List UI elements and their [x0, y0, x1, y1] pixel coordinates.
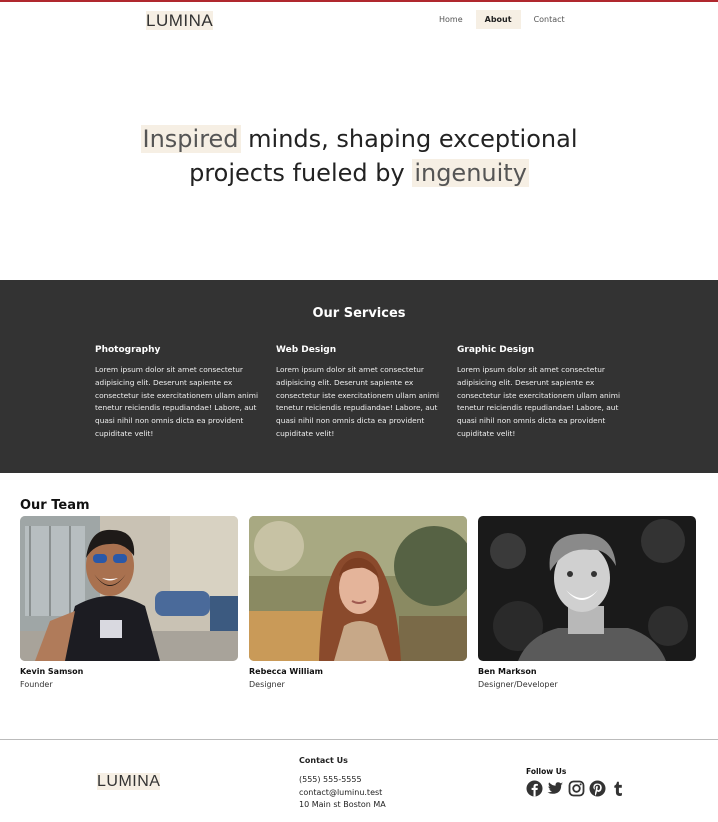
team-member-ben: Ben Markson Designer/Developer	[478, 516, 696, 689]
hero: Inspired minds, shaping exceptional proj…	[0, 40, 718, 280]
contact-phone: (555) 555-5555	[299, 775, 362, 784]
service-text: Lorem ipsum dolor sit amet consectetur a…	[95, 365, 259, 438]
tumblr-icon[interactable]	[610, 780, 627, 797]
member-role: Designer/Developer	[478, 680, 558, 689]
footer-logo-text: LUMINA	[97, 773, 161, 790]
team-member-rebecca: Rebecca William Designer	[249, 516, 467, 689]
main-nav: Home About Contact	[430, 10, 578, 29]
logo[interactable]: LUMINA	[146, 11, 214, 31]
service-text: Lorem ipsum dolor sit amet consectetur a…	[276, 365, 440, 438]
footer-divider	[0, 739, 718, 740]
hero-text-1: minds, shaping exceptional	[240, 125, 578, 153]
team-title: Our Team	[20, 498, 90, 513]
hero-line-1: Inspired minds, shaping exceptional	[0, 122, 718, 156]
member-photo	[249, 516, 467, 661]
member-photo	[20, 516, 238, 661]
footer-follow: Follow Us	[526, 767, 627, 797]
service-title: Photography	[95, 345, 161, 355]
footer-contact: Contact Us (555) 555-5555 contact@luminu…	[299, 756, 386, 812]
member-role: Designer	[249, 680, 285, 689]
member-name: Ben Markson	[478, 667, 537, 676]
hero-highlight-2: ingenuity	[412, 159, 529, 187]
twitter-icon[interactable]	[547, 780, 564, 797]
member-photo	[478, 516, 696, 661]
site-header: LUMINA Home About Contact	[0, 2, 718, 40]
contact-title: Contact Us	[299, 756, 348, 765]
logo-text: LUMINA	[146, 11, 214, 30]
hero-line-2: projects fueled by ingenuity	[0, 156, 718, 190]
follow-title: Follow Us	[526, 767, 567, 776]
member-role: Founder	[20, 680, 53, 689]
social-icons	[526, 780, 627, 797]
pinterest-icon[interactable]	[589, 780, 606, 797]
service-text: Lorem ipsum dolor sit amet consectetur a…	[457, 365, 621, 438]
member-name: Rebecca William	[249, 667, 323, 676]
contact-address: 10 Main st Boston MA	[299, 800, 386, 809]
nav-contact[interactable]: Contact	[525, 10, 574, 29]
contact-email[interactable]: contact@luminu.test	[299, 787, 386, 800]
member-name: Kevin Samson	[20, 667, 84, 676]
services-section: Our Services Photography Lorem ipsum dol…	[0, 280, 718, 473]
facebook-icon[interactable]	[526, 780, 543, 797]
service-photography: Photography Lorem ipsum dolor sit amet c…	[95, 345, 261, 441]
services-title: Our Services	[312, 306, 406, 321]
hero-text-2: projects fueled by	[189, 159, 413, 187]
hero-highlight-1: Inspired	[140, 125, 241, 153]
service-web-design: Web Design Lorem ipsum dolor sit amet co…	[276, 345, 442, 441]
nav-home[interactable]: Home	[430, 10, 472, 29]
footer-logo[interactable]: LUMINA	[97, 773, 161, 791]
service-title: Web Design	[276, 345, 337, 355]
nav-about[interactable]: About	[475, 10, 521, 29]
service-graphic-design: Graphic Design Lorem ipsum dolor sit ame…	[457, 345, 623, 441]
instagram-icon[interactable]	[568, 780, 585, 797]
service-title: Graphic Design	[457, 345, 535, 355]
team-member-kevin: Kevin Samson Founder	[20, 516, 238, 689]
